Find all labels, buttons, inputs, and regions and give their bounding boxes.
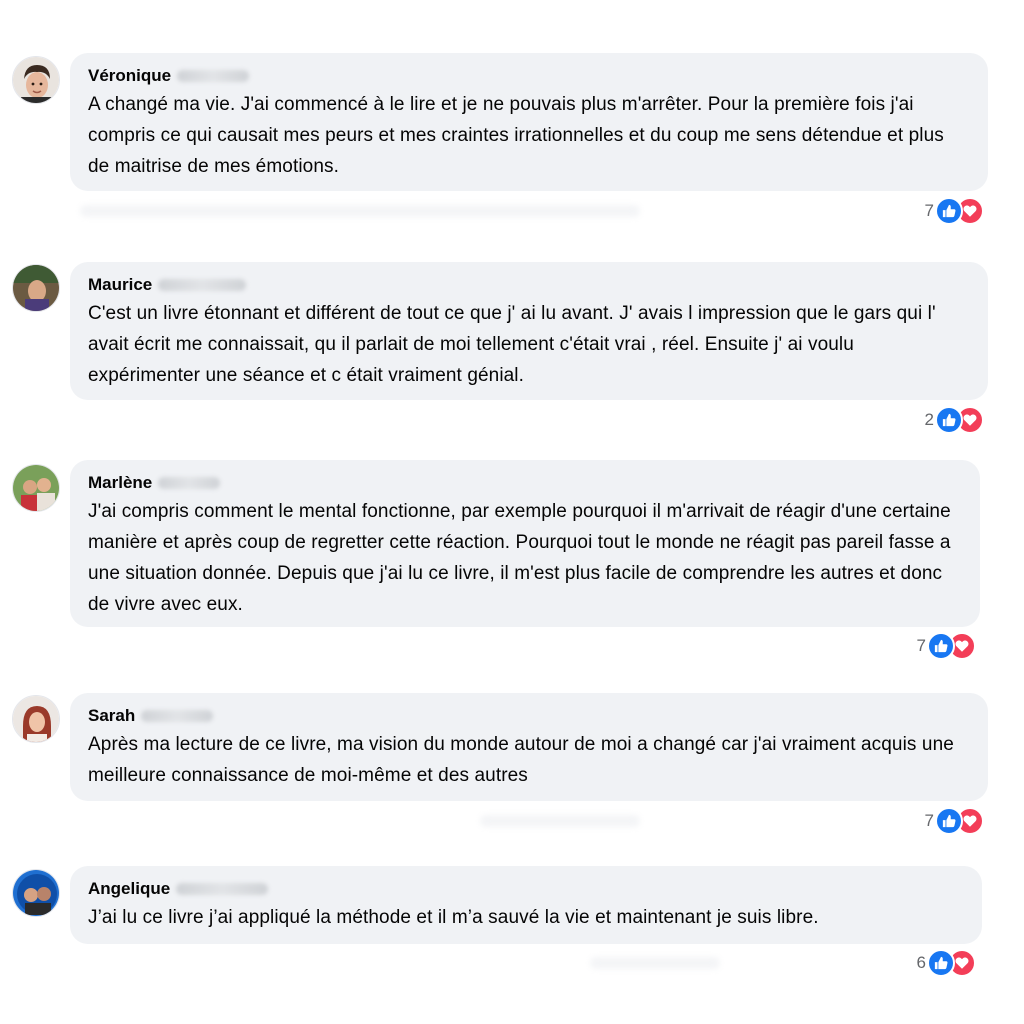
comment-bubble: Sarah Après ma lecture de ce livre, ma v… (70, 693, 988, 801)
reaction-summary[interactable]: 7 (916, 632, 976, 660)
avatar[interactable] (12, 695, 60, 743)
thumbs-up-icon (935, 406, 963, 434)
blurred-surname (158, 279, 247, 291)
reaction-count: 7 (924, 811, 934, 830)
comment-text: C'est un livre étonnant et différent de … (88, 303, 936, 386)
blurred-surname (141, 710, 214, 722)
reaction-summary[interactable]: 7 (924, 807, 984, 835)
avatar[interactable] (12, 264, 60, 312)
reaction-summary[interactable]: 7 (924, 197, 984, 225)
comment-bubble: Marlène J'ai compris comment le mental f… (70, 460, 980, 627)
avatar[interactable] (12, 56, 60, 104)
avatar[interactable] (12, 464, 60, 512)
author-name[interactable]: Angelique (88, 878, 964, 900)
reaction-count: 7 (924, 201, 934, 220)
comment-text: J’ai lu ce livre j’ai appliqué la méthod… (88, 907, 819, 928)
author-name[interactable]: Maurice (88, 274, 970, 296)
author-name[interactable]: Sarah (88, 705, 970, 727)
comment-text: Après ma lecture de ce livre, ma vision … (88, 734, 954, 786)
reaction-count: 6 (916, 953, 926, 972)
thumbs-up-icon (935, 197, 963, 225)
thumbs-up-icon (927, 632, 955, 660)
blurred-surname (177, 70, 250, 82)
comment-bubble: Maurice C'est un livre étonnant et diffé… (70, 262, 988, 400)
reaction-summary[interactable]: 2 (924, 406, 984, 434)
avatar[interactable] (12, 869, 60, 917)
author-name[interactable]: Véronique (88, 65, 970, 87)
thumbs-up-icon (935, 807, 963, 835)
comment-text: J'ai compris comment le mental fonctionn… (88, 501, 951, 615)
reaction-count: 2 (924, 410, 934, 429)
blurred-action-links (80, 205, 640, 217)
reaction-summary[interactable]: 6 (916, 949, 976, 977)
blurred-surname (158, 477, 221, 489)
comment-bubble: Véronique A changé ma vie. J'ai commencé… (70, 53, 988, 191)
blurred-action-links (590, 957, 720, 969)
author-name[interactable]: Marlène (88, 472, 962, 494)
comment-text: A changé ma vie. J'ai commencé à le lire… (88, 94, 944, 177)
blurred-action-links (480, 815, 640, 827)
blurred-surname (176, 883, 269, 895)
reaction-count: 7 (916, 636, 926, 655)
comment-bubble: Angelique J’ai lu ce livre j’ai appliqué… (70, 866, 982, 944)
thumbs-up-icon (927, 949, 955, 977)
